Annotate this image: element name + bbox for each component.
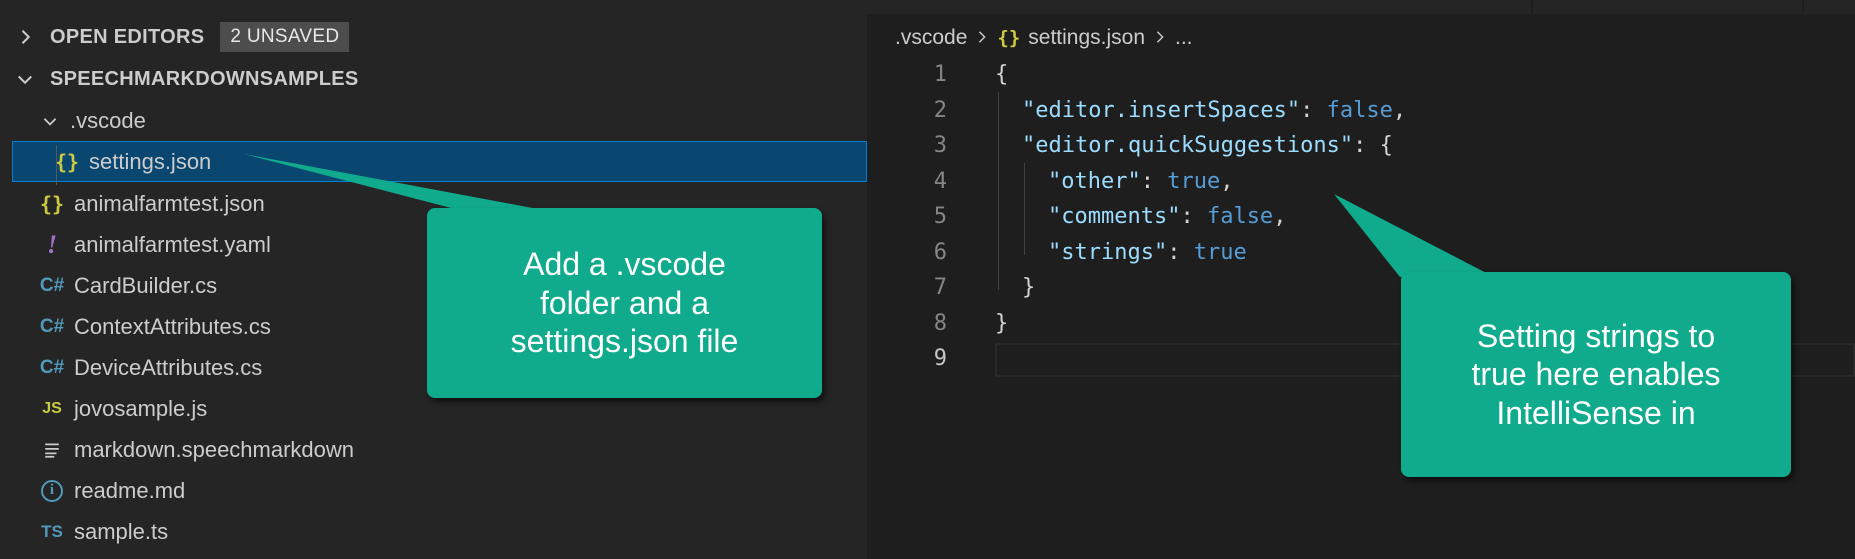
workspace-header[interactable]: SPEECHMARKDOWNSAMPLES bbox=[0, 58, 867, 100]
callout-right: Setting strings to true here enables Int… bbox=[1401, 272, 1791, 477]
code-line[interactable]: 3 "editor.quickSuggestions": { bbox=[867, 128, 1855, 164]
line-number: 4 bbox=[933, 168, 947, 194]
file-readme-md[interactable]: i readme.md bbox=[0, 470, 867, 511]
code-line[interactable]: 1 { bbox=[867, 57, 1855, 93]
indent-guide bbox=[56, 145, 57, 185]
file-label: readme.md bbox=[74, 477, 186, 503]
file-settings-json[interactable]: {} settings.json bbox=[12, 141, 867, 182]
csharp-icon: C# bbox=[39, 356, 65, 378]
lines-icon bbox=[38, 441, 66, 459]
callout-line: settings.json file bbox=[510, 323, 739, 360]
line-number: 2 bbox=[933, 97, 947, 123]
code-text: "strings": true bbox=[1048, 239, 1247, 265]
folder-vscode[interactable]: .vscode bbox=[0, 100, 867, 141]
unsaved-badge: 2 UNSAVED bbox=[220, 22, 350, 52]
callout-line: Add a .vscode bbox=[523, 246, 726, 283]
csharp-icon: C# bbox=[39, 315, 65, 337]
line-number: 1 bbox=[933, 62, 947, 88]
json-icon: {} bbox=[997, 27, 1021, 49]
code-text: "editor.quickSuggestions": { bbox=[1022, 133, 1393, 159]
line-number: 8 bbox=[933, 310, 947, 336]
javascript-icon: JS bbox=[42, 399, 62, 417]
json-icon: {} bbox=[39, 191, 65, 216]
file-label: jovosample.js bbox=[74, 395, 208, 421]
callout-line: IntelliSense in bbox=[1496, 394, 1696, 431]
breadcrumb-folder[interactable]: .vscode bbox=[895, 26, 967, 50]
callout-line: Setting strings to bbox=[1476, 317, 1716, 354]
line-number: 3 bbox=[933, 133, 947, 159]
json-icon: {} bbox=[54, 149, 80, 174]
code-text: "comments": false, bbox=[1048, 204, 1287, 230]
chevron-right-icon bbox=[975, 26, 989, 50]
chevron-down-icon bbox=[40, 112, 60, 130]
line-number: 6 bbox=[933, 239, 947, 265]
code-text: } bbox=[995, 310, 1009, 336]
code-text: { bbox=[995, 62, 1009, 88]
workspace-label: SPEECHMARKDOWNSAMPLES bbox=[50, 67, 359, 90]
file-label: settings.json bbox=[89, 148, 212, 174]
tab-divider bbox=[1531, 0, 1533, 14]
line-number: 7 bbox=[933, 275, 947, 301]
line-number: 5 bbox=[933, 204, 947, 230]
open-editors-label: OPEN EDITORS bbox=[50, 25, 205, 48]
code-line[interactable]: 2 "editor.insertSpaces": false, bbox=[867, 93, 1855, 129]
code-text: "other": true, bbox=[1048, 168, 1234, 194]
code-text: "editor.insertSpaces": false, bbox=[1022, 97, 1407, 123]
file-label: markdown.speechmarkdown bbox=[74, 436, 355, 462]
callout-line: folder and a bbox=[539, 284, 709, 321]
callout-line: true here enables bbox=[1471, 356, 1721, 393]
folder-label: .vscode bbox=[70, 107, 146, 133]
file-label: animalfarmtest.yaml bbox=[74, 231, 271, 257]
code-text: } bbox=[1022, 275, 1036, 301]
breadcrumb-file[interactable]: settings.json bbox=[1028, 26, 1145, 50]
yaml-icon: ! bbox=[46, 229, 58, 259]
code-line[interactable]: 6 "strings": true bbox=[867, 235, 1855, 271]
tab-strip bbox=[867, 0, 1855, 14]
file-label: DeviceAttributes.cs bbox=[74, 354, 263, 380]
file-label: CardBuilder.cs bbox=[74, 272, 218, 298]
code-line[interactable]: 5 "comments": false, bbox=[867, 199, 1855, 235]
breadcrumb: .vscode {} settings.json ... bbox=[895, 22, 1193, 54]
code-line[interactable]: 4 "other": true, bbox=[867, 164, 1855, 200]
open-editors-header[interactable]: OPEN EDITORS 2 UNSAVED bbox=[0, 16, 867, 58]
file-sample-ts[interactable]: TS sample.ts bbox=[0, 511, 867, 552]
chevron-right-icon bbox=[0, 27, 50, 47]
file-label: sample.ts bbox=[74, 518, 169, 544]
breadcrumb-more[interactable]: ... bbox=[1175, 26, 1193, 50]
chevron-down-icon bbox=[0, 69, 50, 89]
callout-left: Add a .vscode folder and a settings.json… bbox=[427, 208, 822, 398]
csharp-icon: C# bbox=[39, 274, 65, 296]
file-markdown-speechmarkdown[interactable]: markdown.speechmarkdown bbox=[0, 429, 867, 470]
chevron-right-icon bbox=[1153, 26, 1167, 50]
file-label: animalfarmtest.json bbox=[74, 190, 265, 216]
typescript-icon: TS bbox=[41, 521, 63, 541]
file-label: ContextAttributes.cs bbox=[74, 313, 271, 339]
tab-divider bbox=[1802, 0, 1804, 14]
info-icon: i bbox=[38, 479, 66, 502]
line-number: 9 bbox=[933, 346, 947, 372]
